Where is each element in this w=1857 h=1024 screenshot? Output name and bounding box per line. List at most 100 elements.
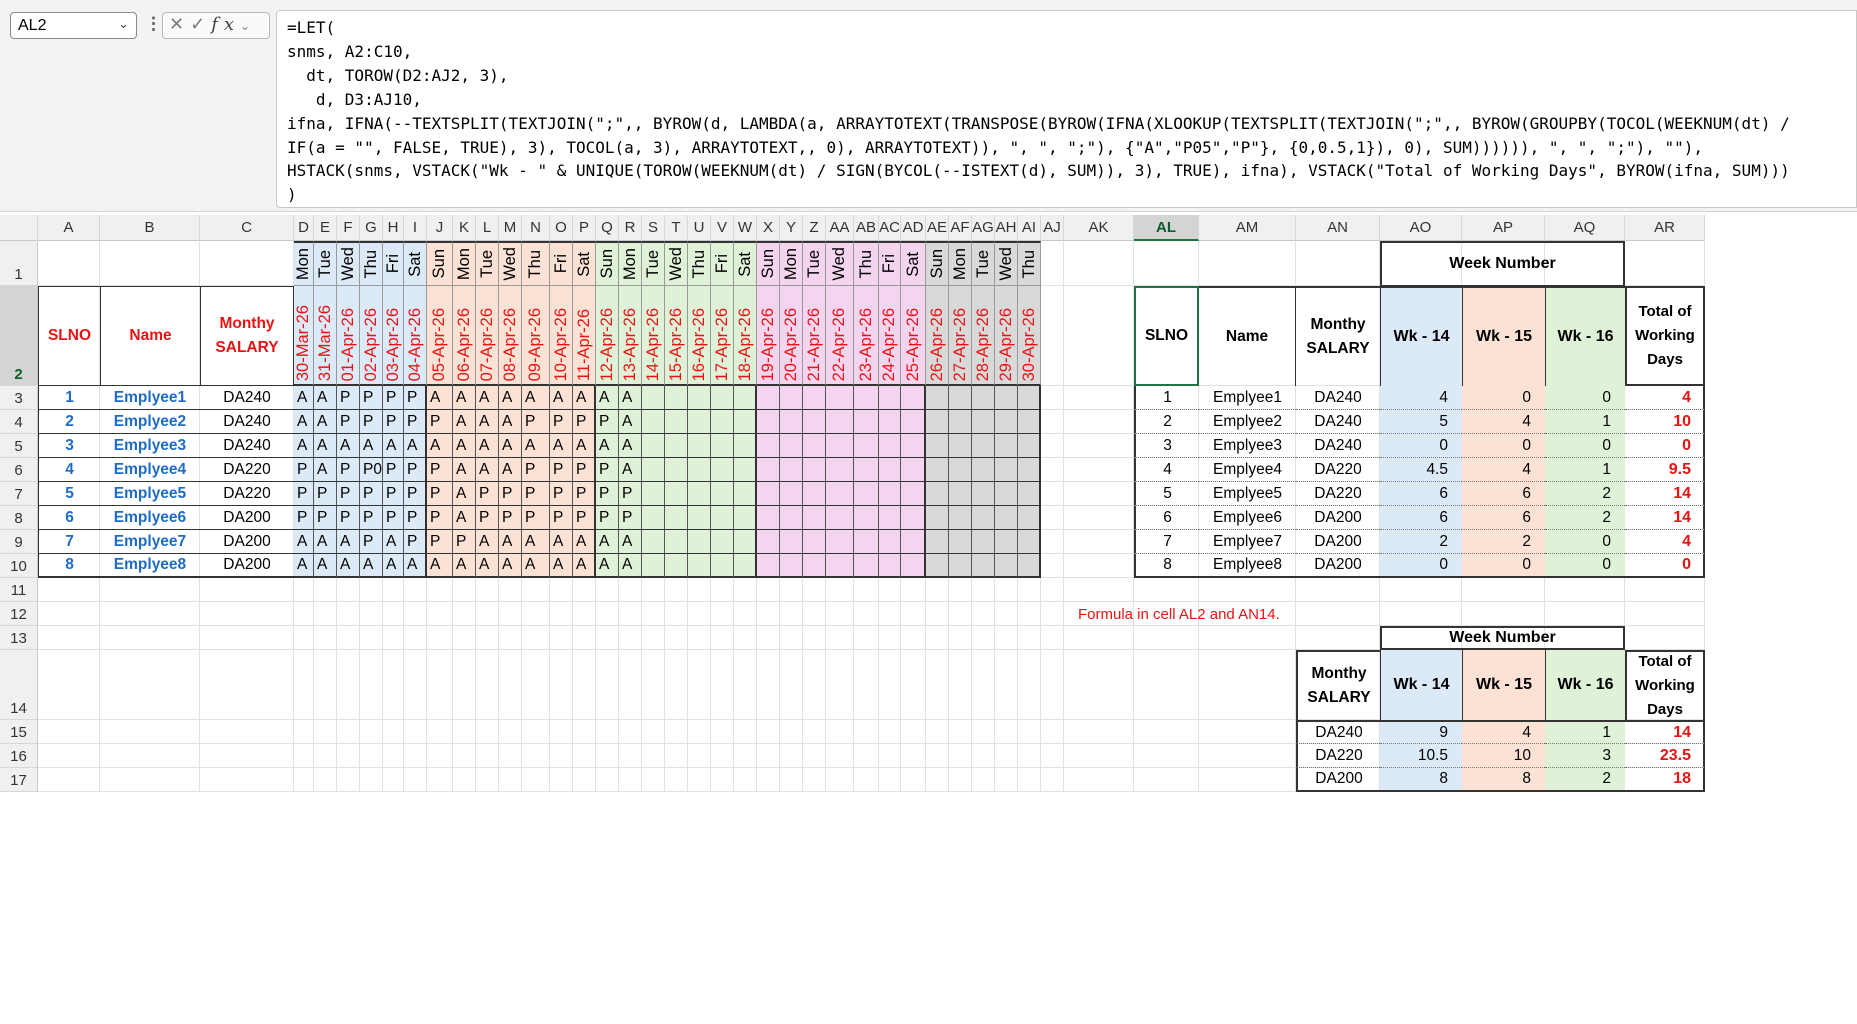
attendance-cell[interactable] xyxy=(926,434,949,458)
grid-cell[interactable] xyxy=(314,626,337,650)
attendance-cell[interactable] xyxy=(688,386,711,410)
grid-cell[interactable] xyxy=(476,578,499,602)
attendance-cell[interactable]: P xyxy=(404,482,427,506)
grid-cell[interactable] xyxy=(688,626,711,650)
column-header-M[interactable]: M xyxy=(499,215,522,241)
day-label[interactable]: Sun xyxy=(757,241,780,286)
grid-cell[interactable] xyxy=(1041,554,1064,578)
grid-cell[interactable] xyxy=(1041,458,1064,482)
grid-cell[interactable] xyxy=(1625,241,1705,286)
employee-slno[interactable]: 7 xyxy=(38,530,100,554)
date-header[interactable]: 18-Apr-26 xyxy=(734,286,757,386)
attendance-cell[interactable]: P xyxy=(476,482,499,506)
grid-cell[interactable] xyxy=(972,602,995,626)
grid-cell[interactable] xyxy=(688,744,711,768)
grid-cell[interactable] xyxy=(337,650,360,720)
grid-cell[interactable] xyxy=(619,626,642,650)
summary-salary[interactable]: DA240 xyxy=(1296,434,1380,458)
grid-cell[interactable] xyxy=(949,744,972,768)
attendance-cell[interactable]: P xyxy=(573,410,596,434)
grid-cell[interactable] xyxy=(427,602,453,626)
attendance-cell[interactable]: A xyxy=(453,554,476,578)
grid-cell[interactable] xyxy=(596,650,619,720)
attendance-cell[interactable] xyxy=(711,530,734,554)
grid-cell[interactable] xyxy=(314,650,337,720)
attendance-cell[interactable]: A xyxy=(294,410,314,434)
grid-cell[interactable] xyxy=(1296,626,1380,650)
column-header-J[interactable]: J xyxy=(427,215,453,241)
employee-slno[interactable]: 1 xyxy=(38,386,100,410)
attendance-cell[interactable] xyxy=(949,386,972,410)
column-header-AC[interactable]: AC xyxy=(879,215,901,241)
grid-cell[interactable] xyxy=(734,744,757,768)
date-header[interactable]: 09-Apr-26 xyxy=(522,286,550,386)
grid-cell[interactable] xyxy=(1041,410,1064,434)
summary-salary[interactable]: DA200 xyxy=(1296,506,1380,530)
grid-cell[interactable] xyxy=(688,602,711,626)
grid-cell[interactable] xyxy=(826,744,854,768)
grid-cell[interactable] xyxy=(780,650,803,720)
column-header-L[interactable]: L xyxy=(476,215,499,241)
row-header-14[interactable]: 14 xyxy=(0,650,38,720)
attendance-cell[interactable] xyxy=(949,482,972,506)
summary-total[interactable]: 9.5 xyxy=(1625,458,1705,482)
day-label[interactable]: Fri xyxy=(383,241,404,286)
employee-salary[interactable]: DA220 xyxy=(200,482,294,506)
grid-cell[interactable] xyxy=(901,768,926,792)
grid-cell[interactable] xyxy=(200,626,294,650)
grid-cell[interactable] xyxy=(1064,530,1134,554)
grid-cell[interactable] xyxy=(383,720,404,744)
summary-salary[interactable]: DA200 xyxy=(1296,554,1380,578)
grid-cell[interactable] xyxy=(949,578,972,602)
date-header[interactable]: 13-Apr-26 xyxy=(619,286,642,386)
date-header[interactable]: 21-Apr-26 xyxy=(803,286,826,386)
column-header-Z[interactable]: Z xyxy=(803,215,826,241)
attendance-cell[interactable] xyxy=(665,410,688,434)
grid-cell[interactable] xyxy=(926,744,949,768)
column-header-X[interactable]: X xyxy=(757,215,780,241)
column-header-A[interactable]: A xyxy=(38,215,100,241)
grid-cell[interactable] xyxy=(360,720,383,744)
attendance-cell[interactable] xyxy=(757,410,780,434)
grid-cell[interactable] xyxy=(734,626,757,650)
grid-cell[interactable] xyxy=(427,650,453,720)
total-header[interactable]: Total of Working Days xyxy=(1625,650,1705,720)
grid-cell[interactable] xyxy=(901,744,926,768)
attendance-cell[interactable] xyxy=(826,410,854,434)
grid-cell[interactable] xyxy=(383,626,404,650)
day-label[interactable]: Thu xyxy=(688,241,711,286)
grid-cell[interactable] xyxy=(803,578,826,602)
attendance-cell[interactable]: A xyxy=(314,434,337,458)
grid-cell[interactable] xyxy=(38,241,100,286)
grid-cell[interactable] xyxy=(314,602,337,626)
attendance-cell[interactable] xyxy=(1018,458,1041,482)
day-label[interactable]: Sat xyxy=(901,241,926,286)
grid-cell[interactable] xyxy=(453,768,476,792)
grid-cell[interactable] xyxy=(1018,768,1041,792)
grid-cell[interactable] xyxy=(550,650,573,720)
formula-buttons[interactable]: ✕✓fx⌄ xyxy=(162,12,270,39)
summary-salary[interactable]: DA240 xyxy=(1296,410,1380,434)
grid-cell[interactable] xyxy=(427,768,453,792)
grid-cell[interactable] xyxy=(427,720,453,744)
grid-cell[interactable] xyxy=(901,602,926,626)
grid-cell[interactable] xyxy=(404,578,427,602)
grid-cell[interactable] xyxy=(803,626,826,650)
attendance-cell[interactable]: A xyxy=(360,434,383,458)
grid-cell[interactable] xyxy=(522,578,550,602)
grid-cell[interactable] xyxy=(949,650,972,720)
grid-cell[interactable] xyxy=(803,720,826,744)
attendance-cell[interactable]: P xyxy=(573,482,596,506)
salary-total[interactable]: 18 xyxy=(1625,768,1705,792)
grid-cell[interactable] xyxy=(826,650,854,720)
grid-cell[interactable] xyxy=(100,578,200,602)
grid-cell[interactable] xyxy=(1041,386,1064,410)
grid-cell[interactable] xyxy=(619,720,642,744)
grid-cell[interactable] xyxy=(972,626,995,650)
attendance-cell[interactable]: P xyxy=(427,506,453,530)
grid-cell[interactable] xyxy=(734,720,757,744)
employee-salary[interactable]: DA240 xyxy=(200,386,294,410)
salary-week-value[interactable]: 9 xyxy=(1380,720,1462,744)
grid-cell[interactable] xyxy=(294,626,314,650)
summary-salary[interactable]: DA220 xyxy=(1296,482,1380,506)
